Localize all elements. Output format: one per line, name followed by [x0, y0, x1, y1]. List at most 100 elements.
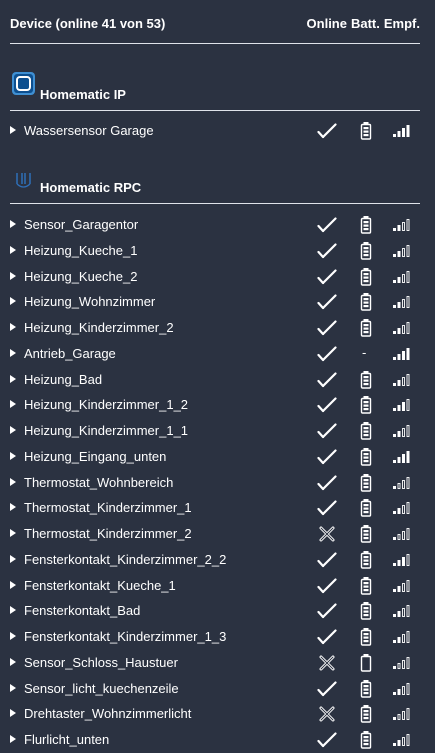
device-name: Heizung_Kinderzimmer_1_1: [24, 423, 189, 438]
signal-status: [392, 321, 410, 335]
expand-triangle-icon[interactable]: [10, 426, 16, 434]
device-row[interactable]: Flurlicht_unten: [0, 729, 435, 751]
device-row[interactable]: Thermostat_Kinderzimmer_2: [0, 523, 435, 545]
online-status: [317, 499, 337, 517]
expand-triangle-icon[interactable]: [10, 735, 16, 743]
device-row[interactable]: Heizung_Wohnzimmer: [0, 291, 435, 313]
battery-status: [359, 704, 373, 724]
signal-status: [392, 398, 410, 412]
expand-triangle-icon[interactable]: [10, 632, 16, 640]
signal-status: [392, 295, 410, 309]
device-name: Fensterkontakt_Bad: [24, 603, 141, 619]
online-status: [317, 122, 337, 140]
device-row[interactable]: Fensterkontakt_Kinderzimmer_1_3: [0, 626, 435, 648]
device-name: Heizung_Eingang_unten: [24, 448, 167, 464]
online-check-icon: [317, 346, 337, 361]
expand-triangle-icon[interactable]: [10, 245, 16, 254]
column-online: Online: [306, 16, 347, 31]
expand-triangle-icon[interactable]: [10, 683, 16, 692]
column-signal: Empf.: [383, 16, 420, 31]
expand-triangle-icon[interactable]: [10, 503, 16, 512]
expand-triangle-icon[interactable]: [10, 323, 16, 331]
expand-triangle-icon[interactable]: [10, 374, 16, 383]
device-name: Heizung_Kinderzimmer_2: [24, 320, 174, 335]
device-row[interactable]: Antrieb_Garage -: [0, 343, 435, 365]
device-name: Wassersensor Garage: [24, 123, 154, 138]
signal-strength-icon: [393, 656, 410, 669]
signal-status: [392, 244, 410, 258]
signal-strength-icon: [393, 270, 410, 283]
device-row[interactable]: Fensterkontakt_Kueche_1: [0, 575, 435, 597]
device-name: Heizung_Wohnzimmer: [24, 294, 156, 310]
signal-strength-icon: [393, 528, 410, 540]
device-row[interactable]: Heizung_Kinderzimmer_2: [0, 317, 435, 339]
battery-status: [359, 576, 373, 596]
expand-triangle-icon[interactable]: [10, 606, 16, 615]
device-name: Antrieb_Garage: [24, 345, 116, 361]
expand-triangle-icon[interactable]: [10, 297, 16, 306]
expand-triangle-icon[interactable]: [10, 709, 16, 718]
device-row[interactable]: Heizung_Bad: [0, 369, 435, 391]
device-name: Fensterkontakt_Kinderzimmer_2_2: [24, 551, 227, 567]
online-check-icon: [317, 217, 337, 233]
battery-full-icon: [360, 396, 372, 414]
battery-status: [359, 395, 373, 415]
expand-triangle-icon[interactable]: [10, 529, 16, 537]
expand-triangle-icon[interactable]: [10, 657, 16, 666]
expand-triangle-icon[interactable]: [10, 477, 16, 486]
signal-strength-icon: [393, 125, 410, 137]
group-title: Homematic RPC: [40, 180, 142, 195]
signal-status: [392, 124, 410, 138]
group-divider: [10, 110, 420, 111]
signal-status: [392, 707, 410, 721]
column-headers: Online Batt. Empf.: [303, 16, 420, 31]
device-row[interactable]: Sensor_Garagentor: [0, 214, 435, 236]
device-row[interactable]: Sensor_Schloss_Haustuer: [0, 652, 435, 674]
expand-triangle-icon[interactable]: [10, 580, 16, 589]
battery-full-icon: [360, 499, 372, 517]
device-row[interactable]: Thermostat_Wohnbereich: [0, 472, 435, 494]
device-count-title: Device (online 41 von 53): [10, 16, 166, 31]
online-check-icon: [317, 371, 337, 387]
device-row[interactable]: Heizung_Kueche_1: [0, 240, 435, 262]
device-row[interactable]: Heizung_Kinderzimmer_1_2: [0, 394, 435, 416]
signal-status: [392, 270, 410, 284]
battery-status: [359, 550, 373, 570]
signal-status: [392, 347, 410, 361]
signal-strength-icon: [393, 579, 410, 592]
battery-full-icon: [360, 628, 372, 646]
signal-strength-icon: [393, 476, 410, 489]
expand-triangle-icon[interactable]: [10, 400, 16, 409]
online-status: [317, 396, 337, 414]
device-row[interactable]: Heizung_Eingang_unten: [0, 446, 435, 468]
group-title: Homematic IP: [40, 87, 126, 102]
device-name: Heizung_Kinderzimmer_1_2: [24, 397, 189, 413]
device-row[interactable]: Fensterkontakt_Bad: [0, 600, 435, 622]
signal-status: [392, 553, 410, 567]
device-row[interactable]: Fensterkontakt_Kinderzimmer_2_2: [0, 549, 435, 571]
device-row[interactable]: Thermostat_Kinderzimmer_1: [0, 497, 435, 519]
device-row[interactable]: Drehtaster_Wohnzimmerlicht: [0, 703, 435, 725]
signal-status: [392, 527, 410, 541]
signal-strength-icon: [393, 322, 410, 334]
online-check-icon: [317, 294, 337, 310]
device-row[interactable]: Heizung_Kueche_2: [0, 266, 435, 288]
expand-triangle-icon[interactable]: [10, 554, 16, 563]
battery-full-icon: [360, 525, 372, 543]
signal-status: [392, 450, 410, 464]
expand-triangle-icon[interactable]: [10, 348, 16, 357]
online-status: [317, 628, 337, 646]
expand-triangle-icon[interactable]: [10, 451, 16, 460]
signal-status: [392, 656, 410, 670]
signal-strength-icon: [393, 347, 410, 360]
device-row[interactable]: Heizung_Kinderzimmer_1_1: [0, 420, 435, 442]
online-check-icon: [317, 423, 337, 439]
device-name: Heizung_Bad: [24, 371, 103, 387]
device-row[interactable]: Wassersensor Garage: [0, 120, 435, 142]
expand-triangle-icon[interactable]: [10, 271, 16, 280]
device-row[interactable]: Sensor_licht_kuechenzeile: [0, 678, 435, 700]
battery-full-icon: [360, 370, 372, 389]
signal-status: [392, 373, 410, 387]
expand-triangle-icon[interactable]: [10, 126, 16, 134]
expand-triangle-icon[interactable]: [10, 220, 16, 228]
